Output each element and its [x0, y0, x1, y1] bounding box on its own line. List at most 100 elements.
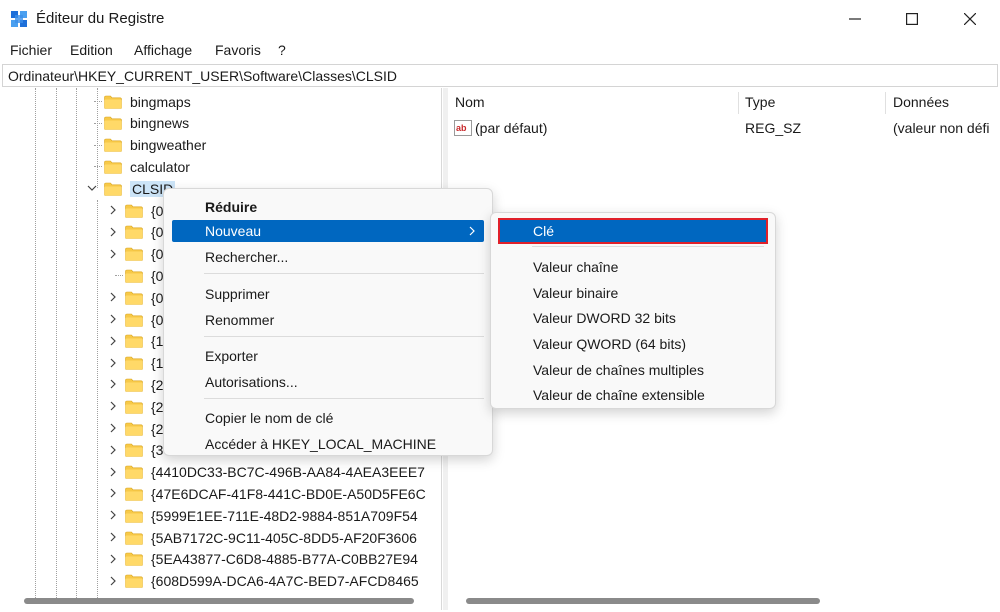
menu-affichage[interactable]: Affichage	[134, 42, 192, 58]
context-menu-item-8[interactable]: Accéder à HKEY_LOCAL_MACHINE	[172, 433, 484, 455]
value-type: REG_SZ	[745, 120, 802, 136]
values-horizontal-scrollbar[interactable]	[466, 598, 820, 604]
submenu-arrow-icon	[469, 226, 475, 236]
tree-item-clsid-child[interactable]: {4410DC33-BC7C-496B-AA84-4AEA3EEE7	[110, 462, 425, 483]
chevron-down-icon[interactable]	[87, 183, 97, 193]
chevron-right-icon[interactable]	[108, 379, 118, 389]
close-icon	[964, 13, 976, 25]
context-menu-label: Rechercher...	[205, 249, 289, 265]
column-separator[interactable]	[738, 92, 739, 114]
menu-help[interactable]: ?	[278, 42, 286, 58]
tree-item-clsid-child[interactable]: {47E6DCAF-41F8-441C-BD0E-A50D5FE6C	[110, 483, 426, 504]
tree-item-clsid-child[interactable]: {2	[110, 374, 163, 395]
close-button[interactable]	[941, 0, 999, 38]
context-menu-item-0[interactable]: Réduire	[172, 196, 484, 218]
folder-icon	[125, 465, 143, 479]
submenu-item-6[interactable]: Valeur de chaîne extensible	[500, 384, 766, 406]
submenu-item-0[interactable]: Clé	[498, 218, 768, 244]
chevron-right-icon[interactable]	[108, 510, 118, 520]
context-menu-item-3[interactable]: Supprimer	[172, 283, 484, 305]
submenu-label: Valeur chaîne	[533, 259, 619, 275]
menu-edition[interactable]: Edition	[70, 42, 113, 58]
value-row[interactable]: ab (par défaut) REG_SZ (valeur non défi	[448, 118, 1000, 138]
context-menu-item-1[interactable]: Nouveau	[172, 220, 484, 242]
tree-item-clsid-child[interactable]: {2	[110, 418, 163, 439]
menu-fichier[interactable]: Fichier	[10, 42, 52, 58]
tree-horizontal-scrollbar[interactable]	[24, 598, 414, 604]
tree-item-clsid-child[interactable]: {0	[110, 309, 163, 330]
chevron-right-icon[interactable]	[108, 445, 118, 455]
submenu-label: Valeur QWORD (64 bits)	[533, 336, 686, 352]
tree-item-label: {5999E1EE-711E-48D2-9884-851A709F54	[151, 507, 418, 524]
tree-item-clsid-child[interactable]: {5999E1EE-711E-48D2-9884-851A709F54	[110, 505, 418, 526]
tree-item-clsid-child[interactable]: {3	[110, 440, 163, 461]
tree-item-calculator[interactable]: calculator	[94, 156, 190, 177]
tree-item-clsid-child[interactable]: {0	[110, 222, 163, 243]
submenu-item-5[interactable]: Valeur de chaînes multiples	[500, 359, 766, 381]
column-separator[interactable]	[885, 92, 886, 114]
tree-item-clsid-child[interactable]: {0	[110, 244, 163, 265]
folder-icon	[125, 247, 143, 261]
address-bar[interactable]: Ordinateur\HKEY_CURRENT_USER\Software\Cl…	[2, 64, 998, 87]
tree-item-clsid-child[interactable]: {5EA43877-C6D8-4885-B77A-C0BB27E94	[110, 549, 418, 570]
tree-item-bingmaps[interactable]: bingmaps	[94, 91, 191, 112]
tree-item-clsid-child[interactable]: {0	[115, 265, 163, 286]
context-menu-label: Réduire	[205, 199, 258, 215]
folder-icon	[104, 182, 122, 196]
tree-item-bingnews[interactable]: bingnews	[94, 113, 189, 134]
chevron-right-icon[interactable]	[108, 423, 118, 433]
chevron-right-icon[interactable]	[108, 205, 118, 215]
context-menu-item-2[interactable]: Rechercher...	[172, 246, 484, 268]
tree-guide-line	[56, 88, 57, 598]
context-menu-item-7[interactable]: Copier le nom de clé	[172, 407, 484, 429]
tree-item-clsid-child[interactable]: {0	[110, 200, 163, 221]
tree-item-clsid-child[interactable]: {0	[110, 287, 163, 308]
minimize-button[interactable]	[826, 0, 884, 38]
tree-connector	[94, 144, 102, 146]
tree-item-clsid-child[interactable]: {2	[110, 396, 163, 417]
folder-icon	[125, 334, 143, 349]
folder-icon	[104, 138, 122, 152]
chevron-right-icon[interactable]	[108, 249, 118, 259]
chevron-right-icon[interactable]	[108, 532, 118, 542]
column-header-donnees[interactable]: Données	[893, 94, 949, 110]
chevron-right-icon[interactable]	[108, 292, 118, 302]
menu-separator	[532, 246, 764, 247]
folder-icon	[125, 531, 143, 545]
svg-text:ab: ab	[456, 123, 467, 133]
context-menu-item-6[interactable]: Autorisations...	[172, 371, 484, 393]
tree-item-clsid-child[interactable]: {608D599A-DCA6-4A7C-BED7-AFCD8465	[110, 571, 419, 592]
maximize-button[interactable]	[883, 0, 941, 38]
context-menu-item-4[interactable]: Renommer	[172, 309, 484, 331]
chevron-right-icon[interactable]	[108, 488, 118, 498]
submenu-item-3[interactable]: Valeur DWORD 32 bits	[500, 307, 766, 329]
context-menu-item-5[interactable]: Exporter	[172, 345, 484, 367]
folder-icon	[125, 225, 143, 240]
submenu-item-2[interactable]: Valeur binaire	[500, 282, 766, 304]
submenu-item-1[interactable]: Valeur chaîne	[500, 256, 766, 278]
chevron-right-icon[interactable]	[108, 358, 118, 368]
chevron-right-icon[interactable]	[108, 467, 118, 477]
minimize-icon	[849, 18, 861, 20]
tree-item-clsid-child[interactable]: {1	[110, 331, 163, 352]
chevron-right-icon[interactable]	[108, 314, 118, 324]
chevron-right-icon[interactable]	[108, 336, 118, 346]
submenu-label: Valeur de chaîne extensible	[533, 387, 705, 403]
column-header-nom[interactable]: Nom	[455, 94, 485, 110]
chevron-right-icon[interactable]	[108, 401, 118, 411]
submenu-item-4[interactable]: Valeur QWORD (64 bits)	[500, 333, 766, 355]
tree-guide-line	[97, 200, 98, 598]
column-header-type[interactable]: Type	[745, 94, 775, 110]
chevron-right-icon[interactable]	[108, 576, 118, 586]
tree-item-clsid-child[interactable]: {1	[110, 353, 164, 374]
tree-item-bingweather[interactable]: bingweather	[94, 135, 206, 156]
address-path: Ordinateur\HKEY_CURRENT_USER\Software\Cl…	[8, 68, 398, 84]
tree-connector	[115, 275, 123, 277]
tree-item-clsid-child[interactable]: {5AB7172C-9C11-405C-8DD5-AF20F3606	[110, 527, 417, 548]
tree-item-label: {1	[151, 355, 164, 372]
folder-icon	[125, 313, 143, 327]
chevron-right-icon[interactable]	[108, 227, 118, 237]
tree-guide-line	[76, 88, 77, 598]
menu-favoris[interactable]: Favoris	[215, 42, 261, 58]
chevron-right-icon[interactable]	[108, 554, 118, 564]
